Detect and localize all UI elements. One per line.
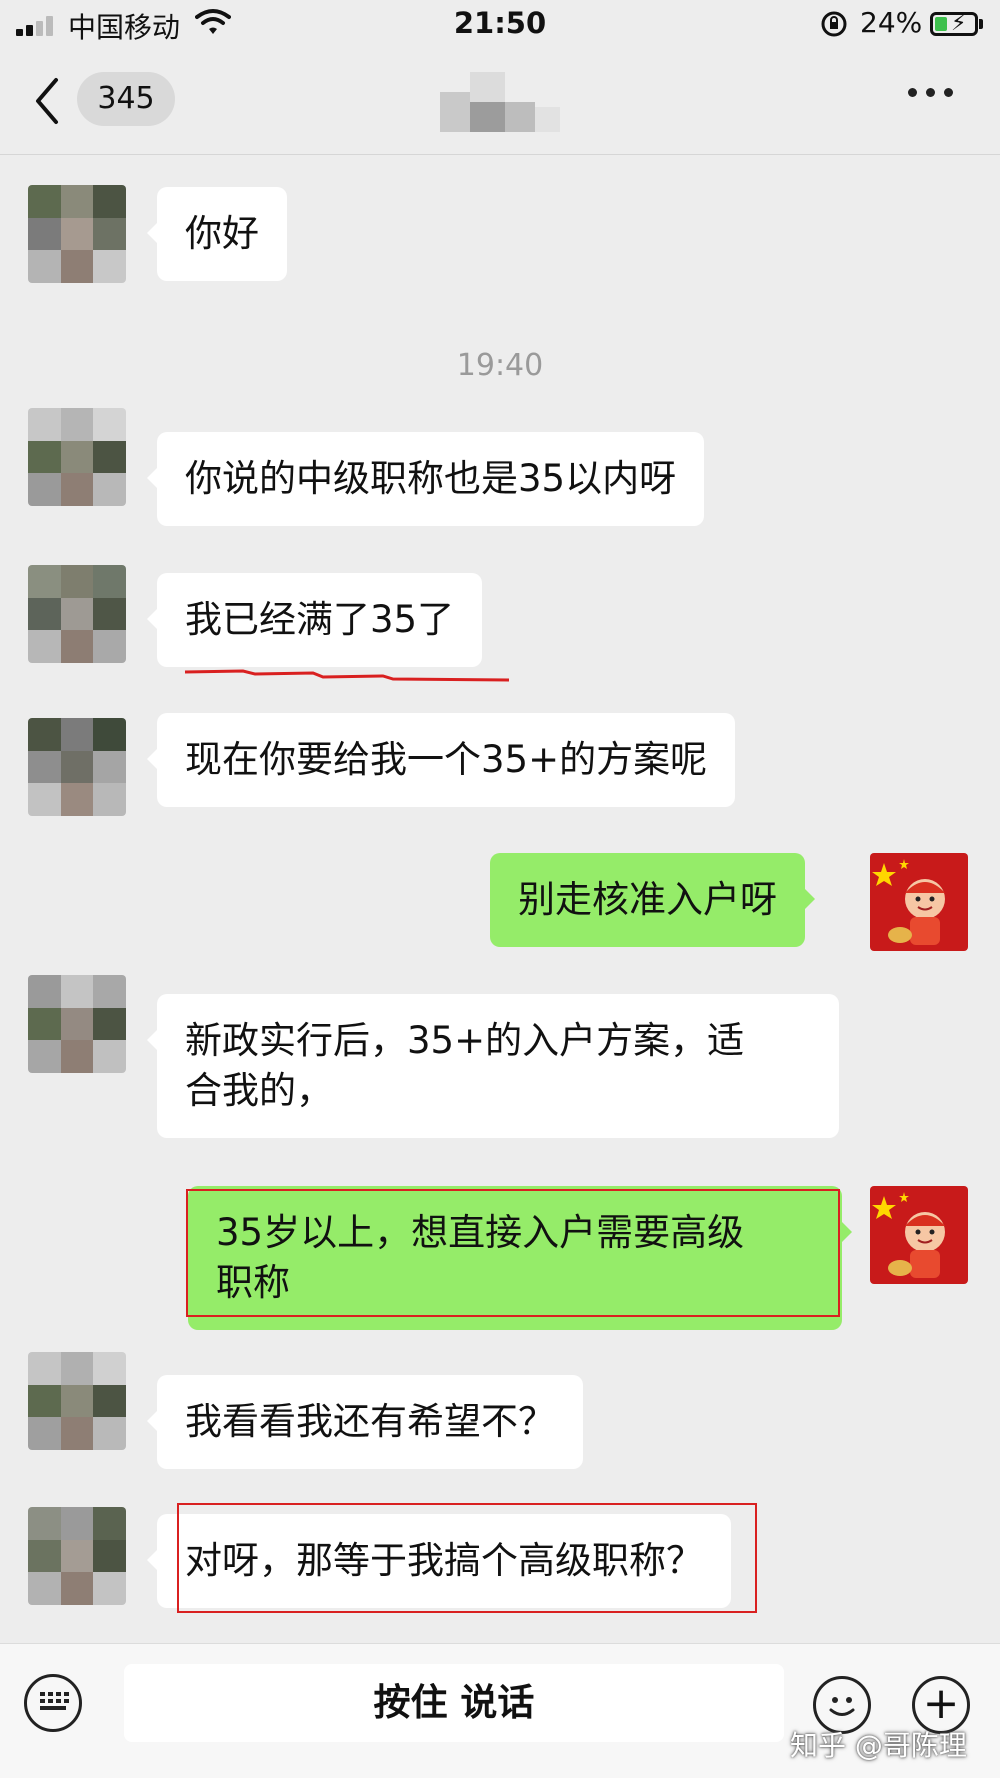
message-bubble[interactable]: 你好 bbox=[147, 187, 287, 281]
user-avatar[interactable] bbox=[870, 853, 968, 951]
battery-tip bbox=[979, 19, 983, 29]
contact-avatar[interactable] bbox=[28, 718, 126, 816]
blurred-chat-title bbox=[440, 62, 565, 142]
message-bubble-outgoing[interactable]: 别走核准入户呀 bbox=[490, 853, 815, 947]
status-time: 21:50 bbox=[453, 6, 547, 40]
battery-icon: ⚡ bbox=[930, 11, 978, 36]
message-bubble[interactable]: 你说的中级职称也是35以内呀 bbox=[146, 432, 705, 526]
keyboard-icon[interactable] bbox=[24, 1674, 82, 1732]
watermark: 知乎 @哥陈理 bbox=[790, 1729, 967, 1762]
red-box-highlight bbox=[186, 1189, 840, 1317]
hold-to-talk-button[interactable]: 按住 说话 bbox=[124, 1664, 784, 1742]
battery-percent: 24% bbox=[860, 6, 923, 39]
contact-avatar[interactable] bbox=[28, 408, 126, 506]
fortune-mascot-icon bbox=[870, 1186, 968, 1284]
message-bubble[interactable]: 我看看我还有希望不？ bbox=[147, 1375, 583, 1469]
rotation-lock-icon bbox=[821, 11, 847, 37]
chat-header: 345 bbox=[0, 50, 1000, 155]
message-bubble[interactable]: 我已经满了35了 bbox=[146, 573, 483, 667]
contact-avatar[interactable] bbox=[28, 565, 126, 663]
message-bubble[interactable]: 现在你要给我一个35+的方案呢 bbox=[146, 713, 736, 807]
user-avatar[interactable] bbox=[870, 1186, 968, 1284]
more-dots-icon[interactable] bbox=[908, 88, 953, 97]
message-timestamp: 19:40 bbox=[456, 348, 544, 383]
contact-avatar[interactable] bbox=[28, 185, 126, 283]
message-bubble[interactable]: 新政实行后，35+的入户方案，适 合我的， bbox=[147, 994, 839, 1138]
contact-avatar[interactable] bbox=[28, 975, 126, 1073]
red-underline-highlight bbox=[184, 669, 510, 682]
contact-avatar[interactable] bbox=[28, 1507, 126, 1605]
unread-count-badge[interactable]: 345 bbox=[77, 72, 175, 126]
fortune-mascot-icon bbox=[870, 853, 968, 951]
status-bar: 中国移动 21:50 24% ⚡ bbox=[0, 0, 1000, 50]
chevron-left-icon[interactable] bbox=[32, 76, 62, 126]
red-box-highlight bbox=[177, 1503, 757, 1613]
contact-avatar[interactable] bbox=[28, 1352, 126, 1450]
input-bar: 按住 说话 + 知乎 @哥陈理 bbox=[0, 1643, 1000, 1778]
